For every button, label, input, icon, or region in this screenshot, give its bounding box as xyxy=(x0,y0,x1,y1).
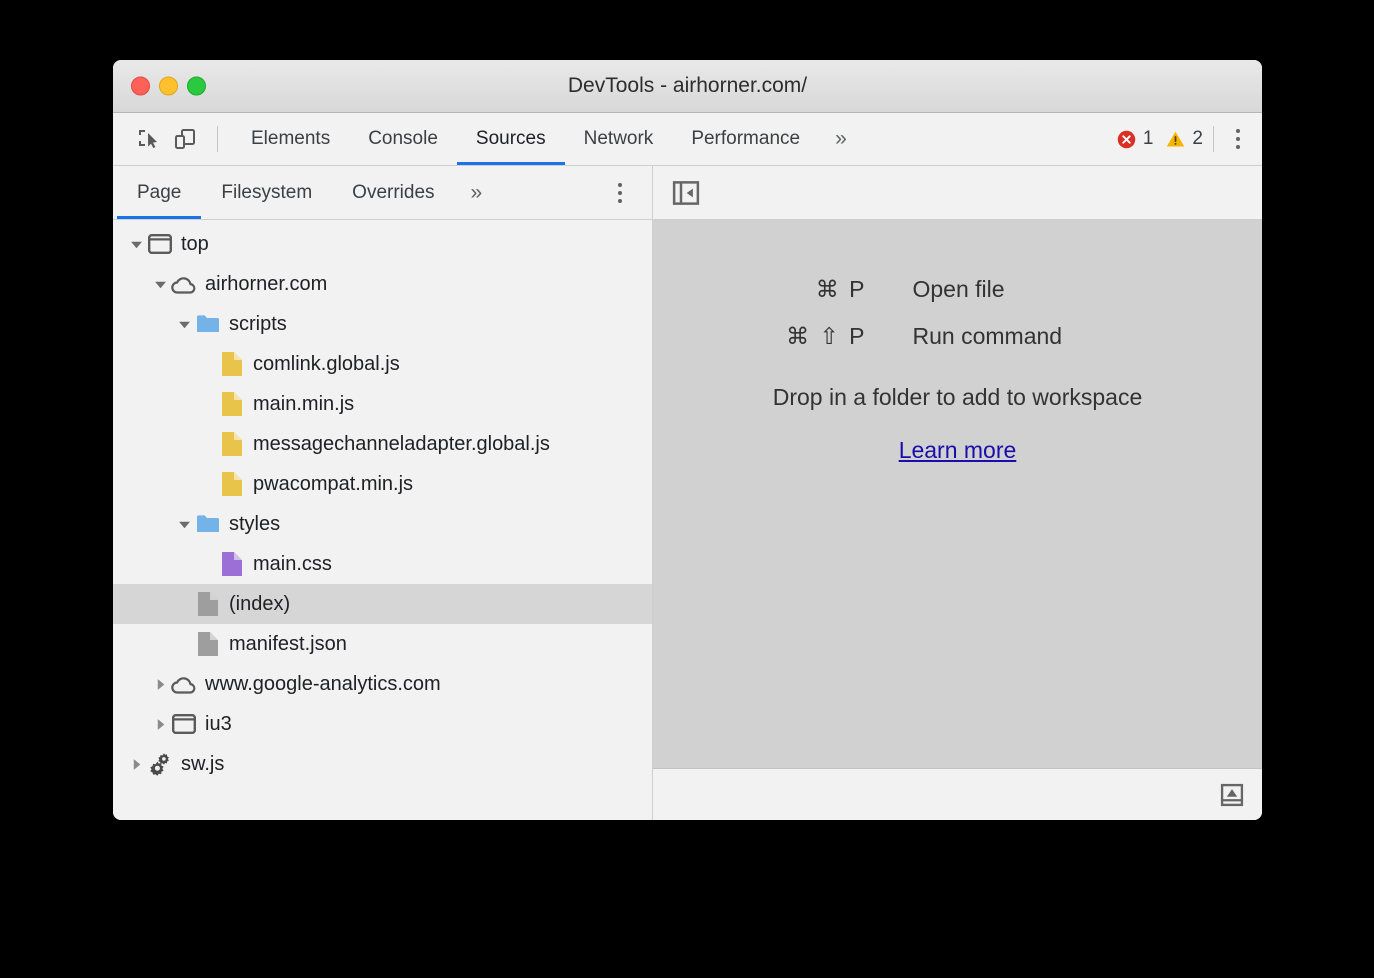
folder-icon xyxy=(195,314,221,334)
tree-row[interactable]: top xyxy=(113,224,652,264)
issue-counters[interactable]: 1 2 xyxy=(1116,128,1203,150)
tree-row[interactable]: main.css xyxy=(113,544,652,584)
tab-overrides[interactable]: Overrides xyxy=(332,166,454,219)
shortcut-label-open-file: Open file xyxy=(913,276,1213,303)
navigator-toolbar: Page Filesystem Overrides » xyxy=(113,166,652,220)
tab-console[interactable]: Console xyxy=(349,113,457,165)
window-controls xyxy=(131,77,206,96)
toolbar-divider-2 xyxy=(1213,126,1214,152)
more-panels-icon[interactable]: » xyxy=(819,127,863,151)
js-file-icon xyxy=(219,351,245,377)
cloud-icon xyxy=(171,275,197,294)
tree-twisty-expanded-icon[interactable] xyxy=(125,238,147,251)
service-worker-icon xyxy=(147,752,173,776)
error-icon xyxy=(1116,129,1137,150)
editor-status-bar xyxy=(653,768,1262,820)
tree-row[interactable]: manifest.json xyxy=(113,624,652,664)
tree-row-label: airhorner.com xyxy=(205,274,327,294)
tree-row-label: pwacompat.min.js xyxy=(253,474,413,494)
tree-row-label: iu3 xyxy=(205,714,232,734)
tree-twisty-collapsed-icon[interactable] xyxy=(125,758,147,771)
folder-icon xyxy=(195,514,221,534)
js-file-icon xyxy=(219,471,245,497)
more-navigator-tabs-icon[interactable]: » xyxy=(455,181,499,205)
navigator-kebab-menu-icon[interactable] xyxy=(610,179,630,207)
tree-row[interactable]: main.min.js xyxy=(113,384,652,424)
tree-row[interactable]: messagechanneladapter.global.js xyxy=(113,424,652,464)
shortcut-label-run-command: Run command xyxy=(913,323,1213,350)
tab-network[interactable]: Network xyxy=(565,113,673,165)
tree-row[interactable]: pwacompat.min.js xyxy=(113,464,652,504)
kebab-menu-icon[interactable] xyxy=(1228,125,1248,153)
show-drawer-icon[interactable] xyxy=(1218,781,1246,809)
collapse-sidebar-icon[interactable] xyxy=(671,178,701,208)
devtools-body: Page Filesystem Overrides » top airhorner… xyxy=(113,166,1262,820)
tab-filesystem[interactable]: Filesystem xyxy=(201,166,332,219)
tree-row-label: (index) xyxy=(229,594,290,614)
drop-folder-hint: Drop in a folder to add to workspace xyxy=(773,384,1142,411)
tree-row-label: sw.js xyxy=(181,754,224,774)
maximize-window-button[interactable] xyxy=(187,77,206,96)
document-file-icon xyxy=(195,631,221,657)
tree-row[interactable]: airhorner.com xyxy=(113,264,652,304)
learn-more-link[interactable]: Learn more xyxy=(899,437,1017,464)
tree-row[interactable]: styles xyxy=(113,504,652,544)
tree-row-label: messagechanneladapter.global.js xyxy=(253,434,550,454)
navigator-pane: Page Filesystem Overrides » top airhorner… xyxy=(113,166,653,820)
editor-toolbar xyxy=(653,166,1262,220)
shortcut-run-command: ⌘ ⇧ P Run command xyxy=(703,323,1213,350)
warning-count: 2 xyxy=(1192,128,1203,150)
tree-row-label: scripts xyxy=(229,314,287,334)
tree-row-label: comlink.global.js xyxy=(253,354,400,374)
shortcut-open-file: ⌘ P Open file xyxy=(703,276,1213,303)
window-title: DevTools - airhorner.com/ xyxy=(113,74,1262,98)
warning-icon xyxy=(1165,129,1186,150)
js-file-icon xyxy=(219,391,245,417)
close-window-button[interactable] xyxy=(131,77,150,96)
shortcut-keys-open-file: ⌘ P xyxy=(703,276,913,303)
tab-sources[interactable]: Sources xyxy=(457,113,565,165)
tree-twisty-collapsed-icon[interactable] xyxy=(149,678,171,691)
frame-icon xyxy=(171,714,197,734)
tree-twisty-expanded-icon[interactable] xyxy=(149,278,171,291)
tree-row[interactable]: comlink.global.js xyxy=(113,344,652,384)
shortcut-keys-run-command: ⌘ ⇧ P xyxy=(703,323,913,350)
tree-twisty-expanded-icon[interactable] xyxy=(173,318,195,331)
tree-row-label: www.google-analytics.com xyxy=(205,674,441,694)
tree-row-label: main.css xyxy=(253,554,332,574)
cloud-icon xyxy=(171,675,197,694)
tree-twisty-expanded-icon[interactable] xyxy=(173,518,195,531)
device-toolbar-icon[interactable] xyxy=(167,121,203,157)
tab-performance[interactable]: Performance xyxy=(672,113,819,165)
tab-page[interactable]: Page xyxy=(117,166,201,219)
panel-tabs: Elements Console Sources Network Perform… xyxy=(232,113,863,165)
tree-row[interactable]: sw.js xyxy=(113,744,652,784)
tree-row[interactable]: scripts xyxy=(113,304,652,344)
tree-row[interactable]: www.google-analytics.com xyxy=(113,664,652,704)
tree-row-label: main.min.js xyxy=(253,394,354,414)
tree-row[interactable]: iu3 xyxy=(113,704,652,744)
devtools-main-toolbar: Elements Console Sources Network Perform… xyxy=(113,113,1262,166)
css-file-icon xyxy=(219,551,245,577)
document-file-icon xyxy=(195,591,221,617)
file-tree: top airhorner.com scripts comlink.global.js… xyxy=(113,220,652,820)
tree-row-label: manifest.json xyxy=(229,634,347,654)
error-count: 1 xyxy=(1143,128,1154,150)
frame-icon xyxy=(147,234,173,254)
tree-row-label: styles xyxy=(229,514,280,534)
tree-row-label: top xyxy=(181,234,209,254)
devtools-window: DevTools - airhorner.com/ Elements Conso… xyxy=(113,60,1262,820)
tree-row[interactable]: (index) xyxy=(113,584,652,624)
title-bar: DevTools - airhorner.com/ xyxy=(113,60,1262,113)
editor-placeholder: ⌘ P Open file ⌘ ⇧ P Run command Drop in … xyxy=(653,220,1262,768)
tab-elements[interactable]: Elements xyxy=(232,113,349,165)
minimize-window-button[interactable] xyxy=(159,77,178,96)
js-file-icon xyxy=(219,431,245,457)
editor-pane: ⌘ P Open file ⌘ ⇧ P Run command Drop in … xyxy=(653,166,1262,820)
inspect-element-icon[interactable] xyxy=(131,121,167,157)
toolbar-divider xyxy=(217,126,218,152)
tree-twisty-collapsed-icon[interactable] xyxy=(149,718,171,731)
